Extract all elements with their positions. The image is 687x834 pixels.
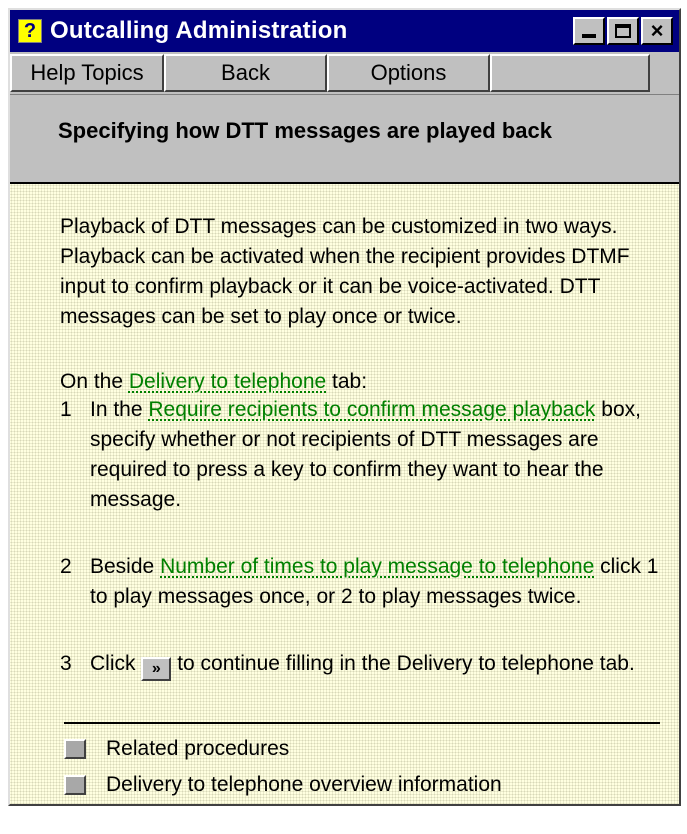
- topic-header: Specifying how DTT messages are played b…: [10, 96, 679, 184]
- on-the-prefix: On the: [60, 370, 124, 393]
- related-label: Related procedures: [106, 737, 290, 760]
- back-button[interactable]: Back: [164, 54, 327, 92]
- close-icon: ×: [650, 18, 664, 43]
- step-number: 2: [60, 555, 72, 578]
- options-button[interactable]: Options: [327, 54, 490, 92]
- delivery-to-telephone-link[interactable]: Delivery to telephone: [129, 370, 326, 393]
- topic-content: Playback of DTT messages can be customiz…: [10, 184, 679, 804]
- step-prefix: Click: [90, 652, 136, 675]
- step-1: 1 In the Require recipients to confirm m…: [60, 395, 660, 515]
- help-question-icon[interactable]: ?: [18, 19, 42, 43]
- help-toolbar: Help Topics Back Options: [10, 54, 679, 95]
- close-button[interactable]: ×: [641, 17, 673, 45]
- overview-information-item[interactable]: Delivery to telephone overview informati…: [64, 770, 502, 800]
- next-icon[interactable]: »: [141, 657, 172, 681]
- square-button-icon[interactable]: [64, 739, 86, 759]
- step-prefix: Beside: [90, 555, 155, 578]
- maximize-icon: [615, 24, 631, 38]
- require-confirm-playback-link[interactable]: Require recipients to confirm message pl…: [148, 398, 595, 421]
- minimize-button[interactable]: [573, 17, 605, 45]
- maximize-button[interactable]: [607, 17, 639, 45]
- step-body: Click » to continue filling in the Deliv…: [90, 649, 660, 681]
- help-topics-button[interactable]: Help Topics: [10, 54, 164, 92]
- step-number: 3: [60, 652, 72, 675]
- step-prefix: In the: [90, 398, 143, 421]
- step-number: 1: [60, 398, 72, 421]
- step-body: In the Require recipients to confirm mes…: [90, 395, 660, 515]
- step-suffix: to continue filling in the Delivery to t…: [177, 652, 635, 675]
- topic-title: Specifying how DTT messages are played b…: [58, 118, 552, 143]
- window-title: Outcalling Administration: [50, 17, 348, 44]
- step-body: Beside Number of times to play message t…: [90, 552, 660, 612]
- related-procedures-item[interactable]: Related procedures: [64, 734, 289, 764]
- on-the-line: On the Delivery to telephone tab:: [60, 367, 367, 397]
- title-bar[interactable]: ? Outcalling Administration ×: [10, 10, 679, 52]
- minimize-icon: [582, 34, 596, 38]
- toolbar-empty-slot: [490, 54, 650, 92]
- square-button-icon[interactable]: [64, 775, 86, 795]
- number-of-times-link[interactable]: Number of times to play message to telep…: [160, 555, 594, 578]
- intro-paragraph: Playback of DTT messages can be customiz…: [60, 215, 630, 328]
- related-label: Delivery to telephone overview informati…: [106, 773, 502, 796]
- help-window: ? Outcalling Administration × Help Topic…: [8, 8, 681, 806]
- step-2: 2 Beside Number of times to play message…: [60, 552, 660, 612]
- divider: [64, 722, 660, 724]
- step-3: 3 Click » to continue filling in the Del…: [60, 649, 660, 681]
- on-the-suffix: tab:: [332, 370, 368, 393]
